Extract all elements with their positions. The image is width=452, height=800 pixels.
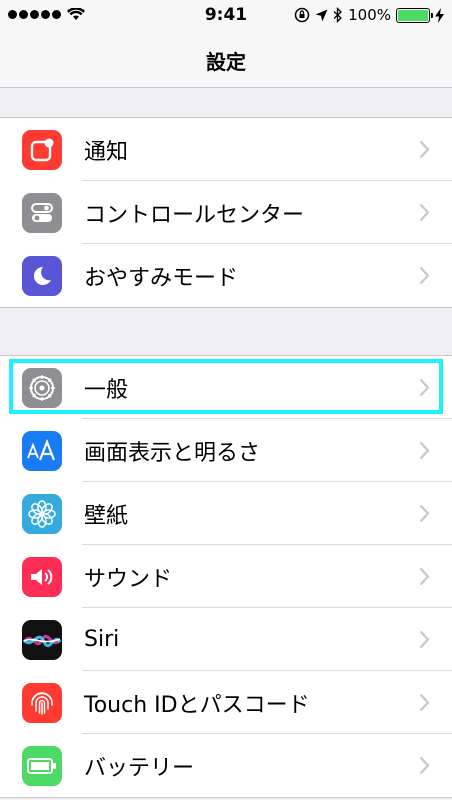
chevron-right-icon xyxy=(419,441,430,460)
wallpaper-icon xyxy=(22,493,62,534)
chevron-right-icon xyxy=(419,378,430,397)
row-label: 一般 xyxy=(84,377,129,403)
row-label: 画面表示と明るさ xyxy=(84,440,261,466)
row-label: バッテリー xyxy=(84,755,195,781)
siri-icon xyxy=(22,619,62,660)
settings-row-notifications[interactable]: 通知 xyxy=(0,118,452,181)
chevron-right-icon xyxy=(419,756,430,775)
sound-icon xyxy=(22,556,62,597)
settings-row-sounds[interactable]: サウンド xyxy=(0,545,452,608)
row-label: 壁紙 xyxy=(84,503,129,529)
row-label: Siri xyxy=(84,627,120,652)
settings-row-general[interactable]: 一般 xyxy=(0,356,452,419)
chevron-right-icon xyxy=(419,630,430,649)
chevron-right-icon xyxy=(419,266,430,285)
settings-row-do-not-disturb[interactable]: おやすみモード xyxy=(0,244,452,307)
bluetooth-icon xyxy=(333,7,343,23)
battery-icon xyxy=(22,745,62,786)
settings-row-display-brightness[interactable]: 画面表示と明るさ xyxy=(0,419,452,482)
chevron-right-icon xyxy=(419,203,430,222)
settings-row-touch-id-passcode[interactable]: Touch IDとパスコード xyxy=(0,671,452,734)
row-label: おやすみモード xyxy=(84,265,239,291)
settings-group-2: 一般 画面表示と明るさ 壁紙 サウンド Siri Touch IDとパスコード … xyxy=(0,355,452,798)
settings-row-control-center[interactable]: コントロールセンター xyxy=(0,181,452,244)
row-label: 通知 xyxy=(84,139,129,165)
fingerprint-icon xyxy=(22,682,62,723)
settings-row-battery[interactable]: バッテリー xyxy=(0,734,452,797)
row-label: Touch IDとパスコード xyxy=(84,692,310,718)
rotation-lock-icon xyxy=(294,7,310,23)
settings-row-siri[interactable]: Siri xyxy=(0,608,452,671)
display-icon xyxy=(22,430,62,471)
battery-indicator-icon xyxy=(396,7,433,23)
moon-icon xyxy=(22,255,62,296)
chevron-right-icon xyxy=(419,504,430,523)
chevron-right-icon xyxy=(419,567,430,586)
settings-row-wallpaper[interactable]: 壁紙 xyxy=(0,482,452,545)
row-label: コントロールセンター xyxy=(84,202,305,228)
gear-icon xyxy=(22,367,62,408)
charging-bolt-icon xyxy=(435,7,444,23)
chevron-right-icon xyxy=(419,140,430,159)
settings-group-1: 通知 コントロールセンター おやすみモード xyxy=(0,117,452,308)
control-center-icon xyxy=(22,192,62,233)
chevron-right-icon xyxy=(419,693,430,712)
battery-percent: 100% xyxy=(348,6,391,24)
navigation-bar: 設定 xyxy=(0,30,452,88)
row-label: サウンド xyxy=(84,566,173,592)
page-title: 設定 xyxy=(206,50,246,74)
notifications-icon xyxy=(22,129,62,170)
status-bar: 9:41 100% xyxy=(0,0,452,30)
location-icon xyxy=(315,9,328,21)
